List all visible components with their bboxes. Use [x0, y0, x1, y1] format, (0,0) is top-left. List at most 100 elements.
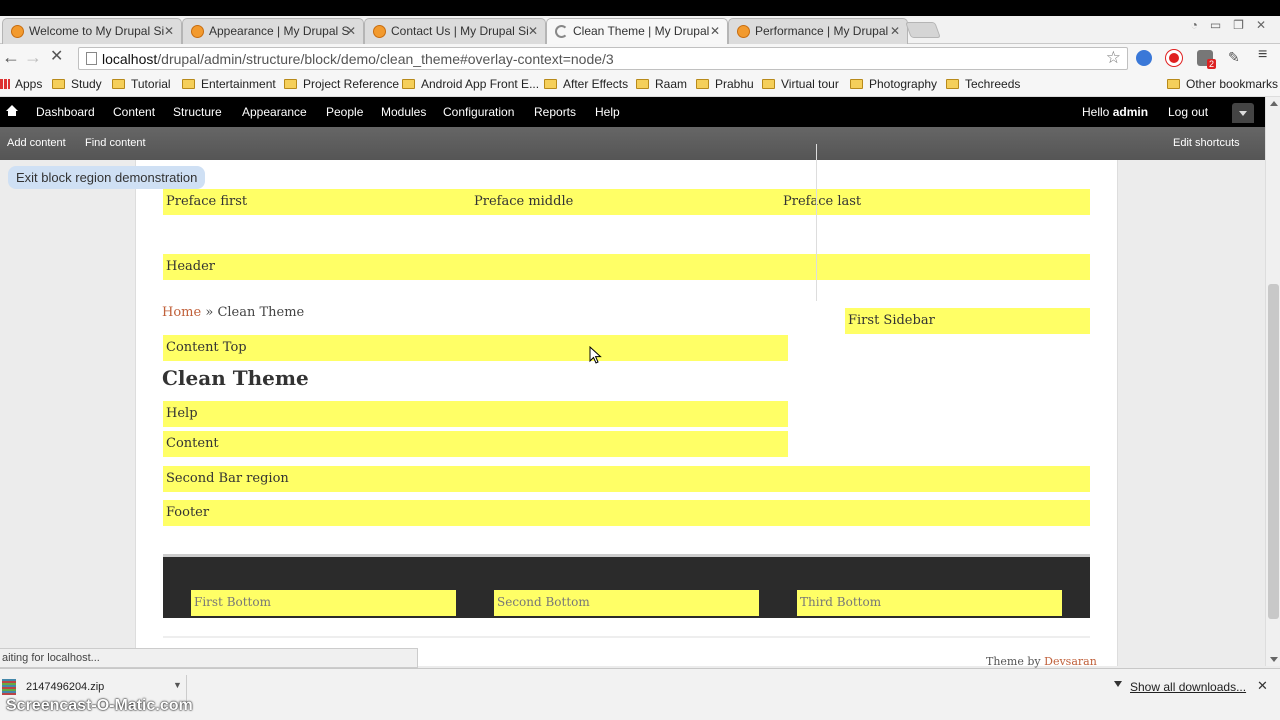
extension-badge: 2 — [1207, 59, 1217, 69]
bookmark-folder[interactable]: Project Reference — [284, 77, 399, 91]
loading-spinner-icon — [555, 25, 568, 38]
tab-close-icon[interactable]: ✕ — [528, 19, 538, 43]
close-window-icon[interactable]: ✕ — [1256, 18, 1266, 32]
toolbar-help[interactable]: Help — [595, 105, 620, 119]
bookmark-folder[interactable]: Raam — [636, 77, 687, 91]
eyedropper-icon[interactable]: ✎ — [1228, 49, 1240, 66]
drupal-favicon-icon — [191, 25, 204, 38]
window-top-strip — [0, 0, 1280, 16]
greeting: Hello admin — [1082, 105, 1149, 119]
drupal-favicon-icon — [373, 25, 386, 38]
url-field[interactable]: localhost/drupal/admin/structure/block/d… — [78, 47, 1128, 70]
bookmark-folder[interactable]: After Effects — [544, 77, 628, 91]
region-content: Content — [163, 431, 788, 457]
region-footer: Footer — [163, 500, 1090, 526]
bookmark-folder[interactable]: Study — [52, 77, 102, 91]
bookmark-apps[interactable]: Apps — [0, 77, 42, 91]
region-third-bottom: Third Bottom — [797, 590, 1062, 616]
tab-title: Appearance | My Drupal S — [209, 24, 350, 38]
region-second-bar: Second Bar region — [163, 466, 1090, 492]
restore-icon[interactable]: ❐ — [1233, 18, 1244, 32]
minimize-icon[interactable]: ▭ — [1210, 18, 1221, 32]
extension-blue-icon[interactable] — [1136, 50, 1152, 66]
scroll-down-icon[interactable] — [1270, 657, 1278, 662]
page-title: Clean Theme — [162, 366, 309, 390]
page-icon — [86, 52, 97, 65]
download-menu-arrow-icon[interactable]: ▼ — [173, 680, 182, 690]
shortcuts-toggle-button[interactable] — [1232, 103, 1254, 123]
toolbar-reports[interactable]: Reports — [534, 105, 576, 119]
logout-link[interactable]: Log out — [1168, 105, 1208, 119]
new-tab-button[interactable] — [905, 22, 941, 38]
bookmark-folder[interactable]: Virtual tour — [762, 77, 839, 91]
bookmark-folder[interactable]: Techreeds — [946, 77, 1020, 91]
tab-bar: Welcome to My Drupal Si ✕ Appearance | M… — [0, 0, 1280, 44]
exit-demo-button[interactable]: Exit block region demonstration — [8, 166, 206, 189]
tab-appearance[interactable]: Appearance | My Drupal S ✕ — [182, 18, 364, 44]
toolbar-dashboard[interactable]: Dashboard — [36, 105, 95, 119]
breadcrumb: Home » Clean Theme — [162, 305, 304, 320]
tab-close-icon[interactable]: ✕ — [890, 19, 900, 43]
close-shelf-icon[interactable]: ✕ — [1257, 678, 1268, 694]
tab-close-icon[interactable]: ✕ — [710, 19, 720, 43]
show-all-downloads-link[interactable]: Show all downloads... — [1114, 680, 1246, 694]
opera-extension-icon[interactable] — [1166, 50, 1182, 66]
toolbar-people[interactable]: People — [326, 105, 363, 119]
tab-clean-theme[interactable]: Clean Theme | My Drupal ✕ — [546, 18, 728, 44]
drupal-favicon-icon — [737, 25, 750, 38]
shortcuts-bar: Add content Find content Edit shortcuts — [0, 127, 1280, 160]
tab-close-icon[interactable]: ✕ — [164, 19, 174, 43]
download-filename[interactable]: 2147496204.zip — [26, 681, 104, 693]
find-content-link[interactable]: Find content — [85, 137, 146, 149]
tab-welcome[interactable]: Welcome to My Drupal Si ✕ — [2, 18, 182, 44]
folder-icon — [946, 79, 959, 89]
footer-divider — [163, 636, 1090, 638]
bookmarks-bar: Apps Study Tutorial Entertainment Projec… — [0, 72, 1280, 97]
breadcrumb-separator: » — [205, 305, 214, 320]
bookmark-folder[interactable]: Entertainment — [182, 77, 276, 91]
other-bookmarks[interactable]: Other bookmarks — [1167, 77, 1278, 91]
window-controls: ◔ ▭ ❐ ✕ — [1191, 18, 1266, 32]
edit-shortcuts-link[interactable]: Edit shortcuts — [1173, 137, 1240, 149]
menu-icon[interactable]: ≡ — [1258, 46, 1267, 64]
back-arrow-icon[interactable]: ← — [2, 48, 20, 66]
folder-icon — [52, 79, 65, 89]
bookmark-folder[interactable]: Tutorial — [112, 77, 171, 91]
scroll-up-icon[interactable] — [1270, 101, 1278, 106]
folder-icon — [544, 79, 557, 89]
username[interactable]: admin — [1113, 105, 1148, 119]
region-preface-first: Preface first — [166, 194, 248, 209]
stop-loading-icon[interactable]: ✕ — [50, 48, 63, 66]
scrollbar-thumb[interactable] — [1268, 284, 1279, 619]
toolbar-appearance[interactable]: Appearance — [242, 105, 307, 119]
region-preface-last: Preface last — [783, 194, 862, 209]
bookmark-star-icon[interactable]: ☆ — [1106, 48, 1121, 68]
bookmark-folder[interactable]: Android App Front E... — [402, 77, 539, 91]
add-content-link[interactable]: Add content — [7, 137, 66, 149]
folder-icon — [762, 79, 775, 89]
home-icon[interactable] — [6, 105, 18, 116]
tab-contact[interactable]: Contact Us | My Drupal Si ✕ — [364, 18, 546, 44]
breadcrumb-home-link[interactable]: Home — [162, 305, 201, 320]
toolbar-modules[interactable]: Modules — [381, 105, 426, 119]
tab-close-icon[interactable]: ✕ — [346, 19, 356, 43]
bookmark-folder[interactable]: Photography — [850, 77, 937, 91]
toolbar-configuration[interactable]: Configuration — [443, 105, 514, 119]
download-arrow-icon — [1114, 681, 1122, 691]
screencast-watermark: Screencast-O-Matic.com — [6, 697, 193, 714]
forward-arrow-icon[interactable]: → — [24, 48, 42, 66]
region-content-top: Content Top — [163, 335, 788, 361]
toolbar-structure[interactable]: Structure — [173, 105, 222, 119]
mouse-cursor-icon — [589, 346, 602, 364]
folder-icon — [402, 79, 415, 89]
folder-icon — [850, 79, 863, 89]
toolbar-content[interactable]: Content — [113, 105, 155, 119]
tab-title: Contact Us | My Drupal Si — [391, 24, 529, 38]
region-second-bottom: Second Bottom — [494, 590, 759, 616]
region-header: Header — [163, 254, 1090, 280]
page-scrollbar[interactable] — [1265, 97, 1280, 666]
bookmark-folder[interactable]: Prabhu — [696, 77, 754, 91]
profile-icon[interactable]: ◔ — [1191, 18, 1198, 32]
tab-performance[interactable]: Performance | My Drupal ✕ — [728, 18, 908, 44]
theme-author-link[interactable]: Devsaran — [1044, 655, 1097, 668]
